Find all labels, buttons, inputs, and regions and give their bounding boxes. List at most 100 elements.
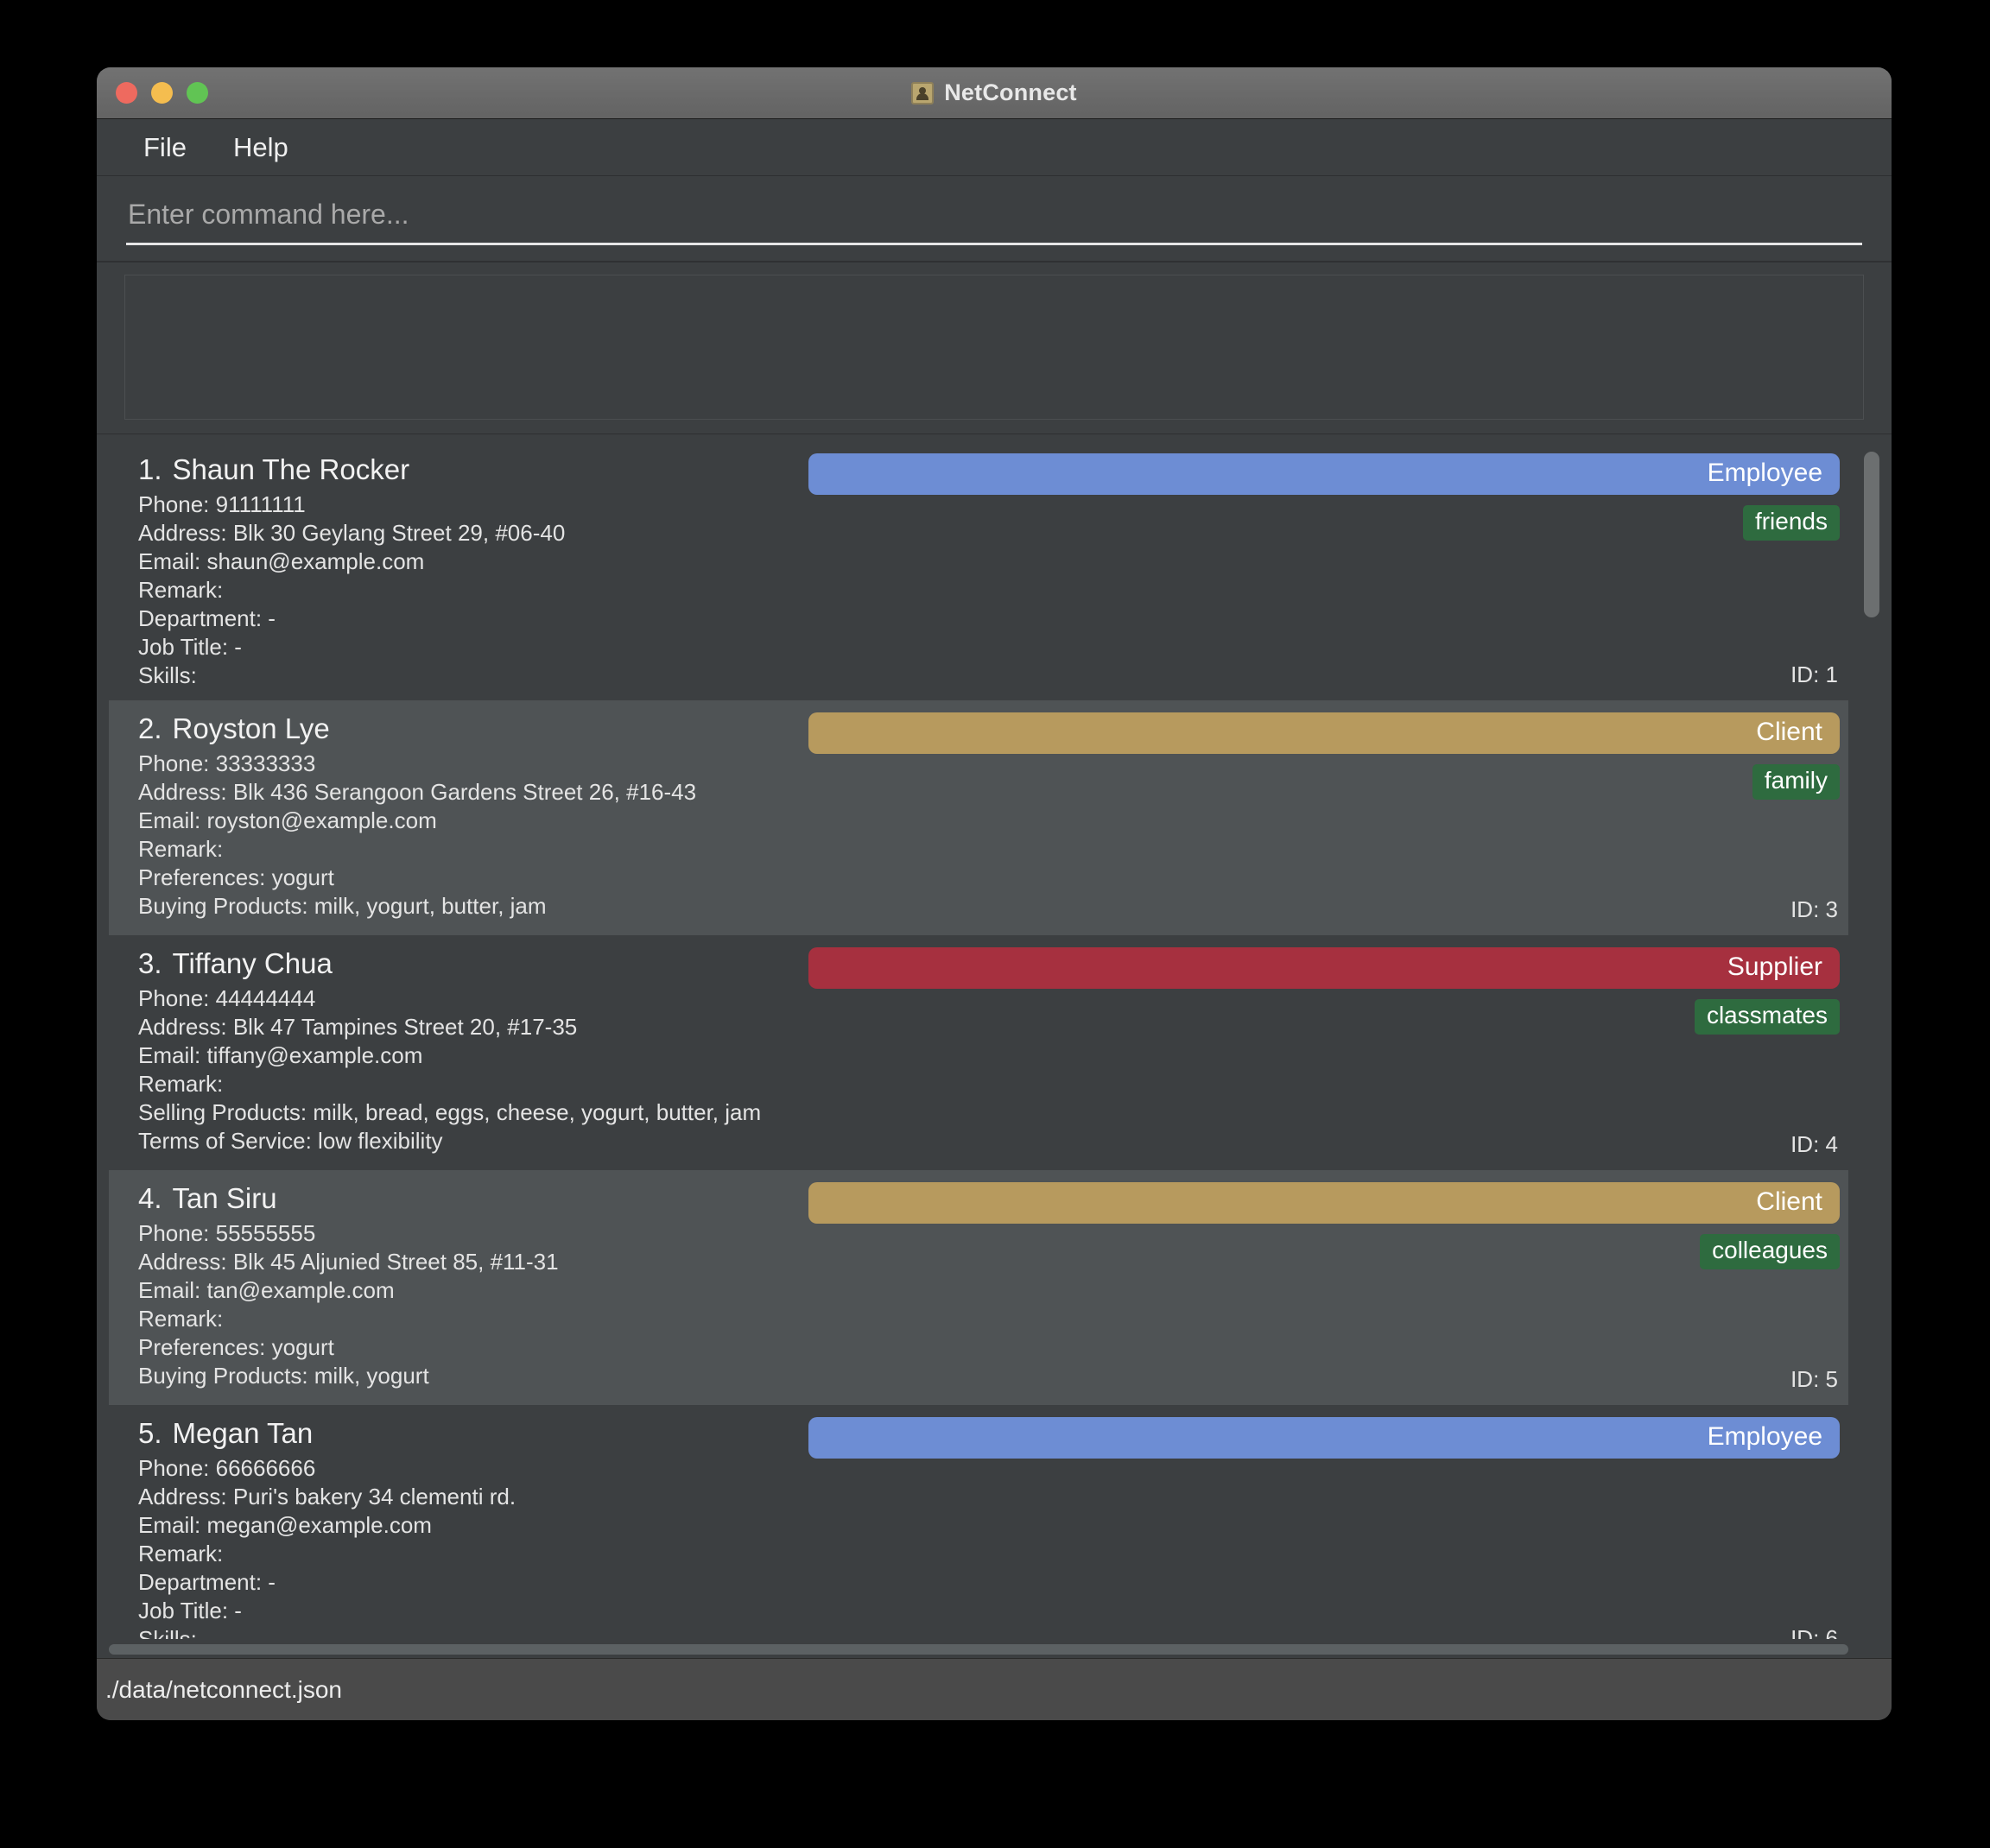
contact-field: Address: Blk 30 Geylang Street 29, #06-4… <box>138 520 566 546</box>
result-area <box>97 263 1892 434</box>
contact-field: Email: tiffany@example.com <box>138 1042 423 1068</box>
command-area <box>97 176 1892 263</box>
contact-field: Skills: <box>138 1626 197 1639</box>
maximize-button[interactable] <box>187 82 208 104</box>
contact-details: 2. Royston Lye Phone: 33333333 Address: Blk… <box>109 712 808 925</box>
contact-field: Buying Products: milk, yogurt <box>138 1363 429 1389</box>
contact-field: Department: - <box>138 1569 276 1595</box>
contact-field: Preferences: yogurt <box>138 1334 334 1360</box>
contact-field: Job Title: - <box>138 634 242 660</box>
contact-field: Preferences: yogurt <box>138 864 334 890</box>
contact-id-label: ID: 1 <box>1790 661 1838 687</box>
contact-meta: Supplier classmates ID: 4 <box>808 947 1848 1160</box>
contact-field: Buying Products: milk, yogurt, butter, j… <box>138 893 547 919</box>
contact-name: 3. Tiffany Chua <box>138 947 808 980</box>
contact-field: Address: Blk 436 Serangoon Gardens Stree… <box>138 779 697 805</box>
contact-index: 4. <box>138 1182 162 1214</box>
contact-name-text: Tiffany Chua <box>172 947 333 979</box>
contact-type-badge: Employee <box>808 1417 1840 1459</box>
contact-details: 4. Tan Siru Phone: 55555555 Address: Blk 45… <box>109 1182 808 1395</box>
contact-id-label: ID: 3 <box>1790 896 1838 922</box>
contact-name: 1. Shaun The Rocker <box>138 453 808 486</box>
status-file-path: ./data/netconnect.json <box>105 1675 342 1703</box>
contact-id-label: ID: 5 <box>1790 1366 1838 1392</box>
contact-name-text: Shaun The Rocker <box>172 453 410 485</box>
contact-field: Remark: <box>138 1071 224 1097</box>
status-bar: ./data/netconnect.json <box>97 1658 1892 1720</box>
menu-bar: File Help <box>97 119 1892 176</box>
menu-item-file[interactable]: File <box>128 129 202 167</box>
horizontal-scrollbar[interactable] <box>109 1644 1848 1655</box>
vertical-scrollbar-thumb[interactable] <box>1864 452 1879 617</box>
contact-details: 3. Tiffany Chua Phone: 44444444 Address: Bl… <box>109 947 808 1160</box>
contact-field: Remark: <box>138 577 224 603</box>
contact-name-text: Tan Siru <box>172 1182 277 1214</box>
vertical-scrollbar[interactable] <box>1864 441 1879 1639</box>
contact-name-text: Royston Lye <box>172 712 330 744</box>
contact-type-badge: Client <box>808 1182 1840 1224</box>
contact-tag-badge: colleagues <box>1700 1234 1840 1269</box>
contact-card[interactable]: 5. Megan Tan Phone: 66666666 Address: Puri'… <box>109 1405 1848 1639</box>
contact-field: Selling Products: milk, bread, eggs, che… <box>138 1099 762 1125</box>
contact-field: Terms of Service: low flexibility <box>138 1128 443 1154</box>
contact-meta: Client family ID: 3 <box>808 712 1848 925</box>
contact-card[interactable]: 2. Royston Lye Phone: 33333333 Address: Blk… <box>109 700 1848 935</box>
contact-field: Address: Puri's bakery 34 clementi rd. <box>138 1484 517 1509</box>
horizontal-scrollbar-thumb[interactable] <box>109 1644 1848 1655</box>
contact-field: Job Title: - <box>138 1598 242 1623</box>
contact-meta: Employee friends ID: 1 <box>808 453 1848 690</box>
contact-field: Email: tan@example.com <box>138 1277 395 1303</box>
contact-field: Skills: <box>138 662 197 688</box>
contact-name-text: Megan Tan <box>172 1417 314 1449</box>
contact-id-label: ID: 4 <box>1790 1131 1838 1157</box>
contact-name: 5. Megan Tan <box>138 1417 808 1450</box>
contact-field: Remark: <box>138 1541 224 1566</box>
contact-card[interactable]: 4. Tan Siru Phone: 55555555 Address: Blk 45… <box>109 1170 1848 1405</box>
contact-meta: Client colleagues ID: 5 <box>808 1182 1848 1395</box>
contact-field: Phone: 55555555 <box>138 1220 316 1246</box>
contact-field: Email: royston@example.com <box>138 807 437 833</box>
contact-field: Address: Blk 45 Aljunied Street 85, #11-… <box>138 1249 559 1275</box>
contact-index: 3. <box>138 947 162 979</box>
contact-meta: Employee ID: 6 <box>808 1417 1848 1639</box>
command-input[interactable] <box>126 195 1862 245</box>
contact-tag-badge: friends <box>1742 505 1840 541</box>
title-bar: NetConnect <box>97 67 1892 119</box>
contact-type-badge: Employee <box>808 453 1840 495</box>
contact-field: Email: shaun@example.com <box>138 548 425 574</box>
app-window: NetConnect File Help 1. Shaun The Rocker P… <box>97 67 1892 1720</box>
contact-name: 2. Royston Lye <box>138 712 808 745</box>
contact-name: 4. Tan Siru <box>138 1182 808 1215</box>
contact-list-panel: 1. Shaun The Rocker Phone: 91111111 Address… <box>97 434 1892 1658</box>
contact-details: 5. Megan Tan Phone: 66666666 Address: Puri'… <box>109 1417 808 1639</box>
contact-field: Remark: <box>138 836 224 862</box>
window-title: NetConnect <box>944 79 1077 105</box>
contact-card[interactable]: 1. Shaun The Rocker Phone: 91111111 Address… <box>109 441 1848 700</box>
traffic-light-group <box>116 82 208 104</box>
menu-item-help[interactable]: Help <box>218 129 304 167</box>
contact-type-badge: Supplier <box>808 947 1840 989</box>
contact-field: Department: - <box>138 605 276 631</box>
contact-tag-badge: family <box>1752 764 1840 800</box>
contact-list: 1. Shaun The Rocker Phone: 91111111 Address… <box>109 441 1848 1639</box>
contact-index: 1. <box>138 453 162 485</box>
contact-field: Phone: 66666666 <box>138 1455 316 1481</box>
contact-tag-badge: classmates <box>1694 999 1840 1035</box>
contact-field: Address: Blk 47 Tampines Street 20, #17-… <box>138 1014 578 1040</box>
title-center-group: NetConnect <box>97 79 1892 106</box>
close-button[interactable] <box>116 82 137 104</box>
contact-index: 2. <box>138 712 162 744</box>
contact-card[interactable]: 3. Tiffany Chua Phone: 44444444 Address: Bl… <box>109 935 1848 1170</box>
contact-field: Phone: 44444444 <box>138 985 316 1011</box>
contact-index: 5. <box>138 1417 162 1449</box>
minimize-button[interactable] <box>151 82 173 104</box>
result-display <box>124 275 1864 420</box>
contact-field: Phone: 91111111 <box>138 491 306 517</box>
contact-details: 1. Shaun The Rocker Phone: 91111111 Address… <box>109 453 808 690</box>
contact-book-icon <box>911 81 935 104</box>
contact-type-badge: Client <box>808 712 1840 754</box>
contact-field: Remark: <box>138 1306 224 1332</box>
contact-id-label: ID: 6 <box>1790 1625 1838 1639</box>
contact-field: Email: megan@example.com <box>138 1512 432 1538</box>
contact-field: Phone: 33333333 <box>138 750 316 776</box>
